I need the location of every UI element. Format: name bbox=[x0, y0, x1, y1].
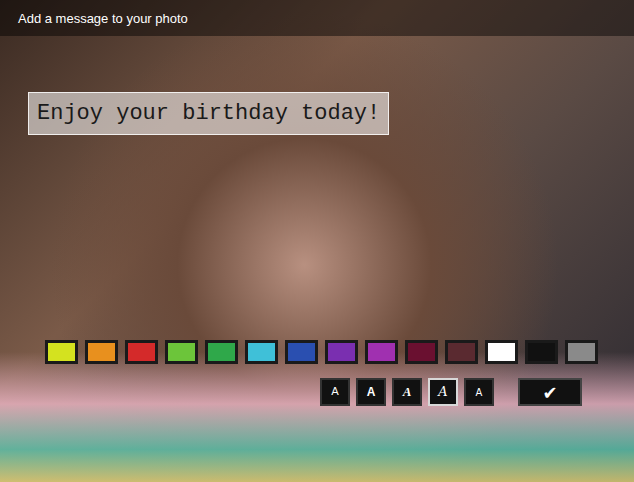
color-palette bbox=[45, 340, 598, 364]
color-swatch[interactable] bbox=[285, 340, 318, 364]
font-style-button[interactable]: A bbox=[392, 378, 422, 406]
header-title: Add a message to your photo bbox=[18, 11, 188, 26]
color-swatch[interactable] bbox=[325, 340, 358, 364]
color-swatch[interactable] bbox=[45, 340, 78, 364]
color-swatch[interactable] bbox=[485, 340, 518, 364]
color-swatch[interactable] bbox=[165, 340, 198, 364]
font-style-button[interactable]: A bbox=[320, 378, 350, 406]
color-swatch[interactable] bbox=[525, 340, 558, 364]
cupcake-border bbox=[0, 352, 634, 482]
color-swatch[interactable] bbox=[125, 340, 158, 364]
font-style-button[interactable]: A bbox=[356, 378, 386, 406]
color-swatch[interactable] bbox=[85, 340, 118, 364]
message-text[interactable]: Enjoy your birthday today! bbox=[28, 92, 389, 135]
color-swatch[interactable] bbox=[445, 340, 478, 364]
font-toolbar: AAAAA✔ bbox=[320, 378, 582, 406]
font-style-button[interactable]: A bbox=[464, 378, 494, 406]
color-swatch[interactable] bbox=[405, 340, 438, 364]
color-swatch[interactable] bbox=[565, 340, 598, 364]
photo-frame-screen: Add a message to your photo Enjoy your bi… bbox=[0, 0, 634, 482]
color-swatch[interactable] bbox=[205, 340, 238, 364]
color-swatch[interactable] bbox=[245, 340, 278, 364]
header-bar: Add a message to your photo bbox=[0, 0, 634, 36]
color-swatch[interactable] bbox=[365, 340, 398, 364]
confirm-button[interactable]: ✔ bbox=[518, 378, 582, 406]
font-style-button[interactable]: A bbox=[428, 378, 458, 406]
